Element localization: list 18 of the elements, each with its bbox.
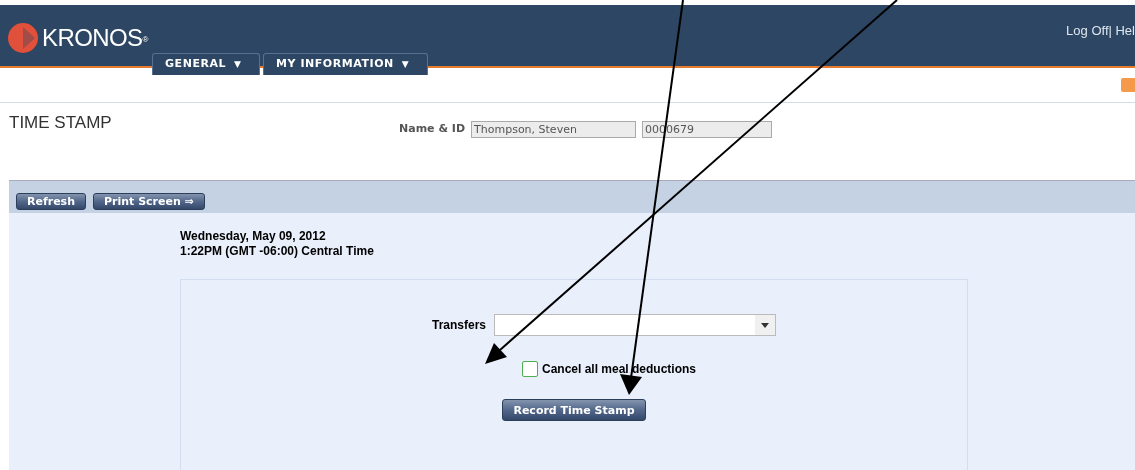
header-links[interactable]: Log Off| Hel [1066, 5, 1135, 41]
name-field: Thompson, Steven [471, 120, 637, 138]
toolbar-button[interactable]: Print Screen ⇒ [93, 192, 205, 210]
caret-icon [761, 322, 769, 328]
time-text: 1:22PM (GMT -06:00) Central Time [180, 244, 375, 259]
logo-icon [8, 23, 38, 53]
transfers-dropdown[interactable] [494, 314, 776, 336]
menu-tab[interactable]: MY INFORMATION ▼ [263, 53, 428, 75]
date-text: Wednesday, May 09, 2012 [180, 229, 327, 244]
page-title: TIME STAMP [9, 112, 113, 134]
logo-text: KRONOS$^{®}$ [42, 26, 148, 50]
record-button[interactable]: Record Time Stamp [502, 399, 646, 421]
menu-tab[interactable]: GENERAL ▼ [152, 53, 260, 75]
checkbox-label: Cancel all meal deductions [541, 361, 697, 378]
name-id-label: Name & ID [399, 120, 466, 137]
toolbar-button[interactable]: Refresh [16, 192, 86, 210]
checkbox[interactable] [521, 361, 538, 377]
transfers-label: Transfers [432, 317, 486, 334]
